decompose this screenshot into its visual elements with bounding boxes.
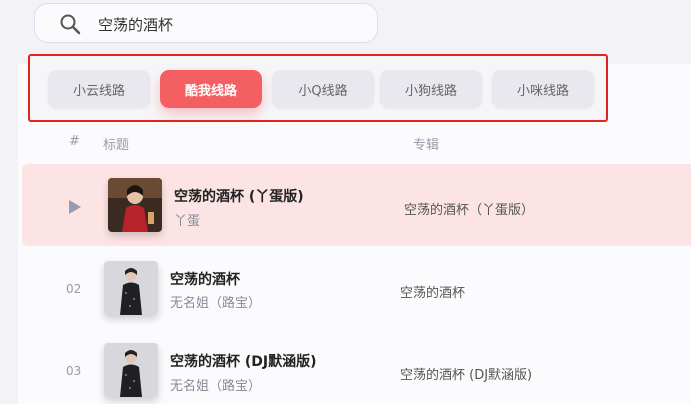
tab-kuwo[interactable]: 酷我线路 (160, 70, 262, 108)
album-cover[interactable] (104, 261, 158, 315)
column-title[interactable]: 标题 (103, 134, 129, 153)
tab-label: 小狗线路 (404, 83, 457, 99)
play-icon[interactable] (68, 199, 82, 215)
song-artist[interactable]: 无名姐（路宝） (170, 292, 261, 311)
source-tabs: 小云线路 酷我线路 小Q线路 小狗线路 小咪线路 (28, 54, 608, 122)
song-album[interactable]: 空荡的酒杯 (DJ默涵版) (400, 364, 532, 383)
album-cover[interactable] (108, 178, 162, 232)
column-album[interactable]: 专辑 (413, 134, 439, 153)
album-cover[interactable] (104, 343, 158, 397)
song-title[interactable]: 空荡的酒杯 (丫蛋版) (174, 186, 304, 206)
song-album[interactable]: 空荡的酒杯（丫蛋版） (404, 199, 534, 218)
song-artist[interactable]: 无名姐（路宝） (170, 375, 261, 394)
song-row[interactable]: 03 空荡的酒杯 (DJ默涵版) 无名姐（路宝） 空荡的酒杯 (DJ默涵版) (18, 330, 691, 404)
tab-label: 酷我线路 (184, 83, 237, 99)
tab-xiaoq[interactable]: 小Q线路 (272, 70, 374, 108)
tab-xiaoyun[interactable]: 小云线路 (48, 70, 150, 108)
column-index: # (69, 134, 80, 149)
song-title[interactable]: 空荡的酒杯 (170, 269, 240, 289)
song-album[interactable]: 空荡的酒杯 (400, 282, 465, 301)
row-number: 03 (66, 364, 82, 378)
search-input[interactable]: 空荡的酒杯 (98, 14, 173, 35)
tab-label: 小咪线路 (516, 83, 569, 99)
song-title[interactable]: 空荡的酒杯 (DJ默涵版) (170, 351, 317, 371)
row-number: 02 (66, 282, 82, 296)
song-row[interactable]: 02 空荡的酒杯 无名姐（路宝） 空荡的酒杯 (18, 250, 691, 328)
search-bar[interactable]: 空荡的酒杯 (34, 3, 378, 43)
tab-label: 小云线路 (72, 83, 125, 99)
song-row[interactable]: 空荡的酒杯 (丫蛋版) 丫蛋 空荡的酒杯（丫蛋版） (22, 164, 691, 246)
tab-xiaogou[interactable]: 小狗线路 (380, 70, 482, 108)
song-artist[interactable]: 丫蛋 (174, 210, 200, 229)
tab-label: 小Q线路 (298, 83, 348, 99)
search-icon (60, 14, 81, 35)
tab-xiaomi[interactable]: 小咪线路 (492, 70, 594, 108)
